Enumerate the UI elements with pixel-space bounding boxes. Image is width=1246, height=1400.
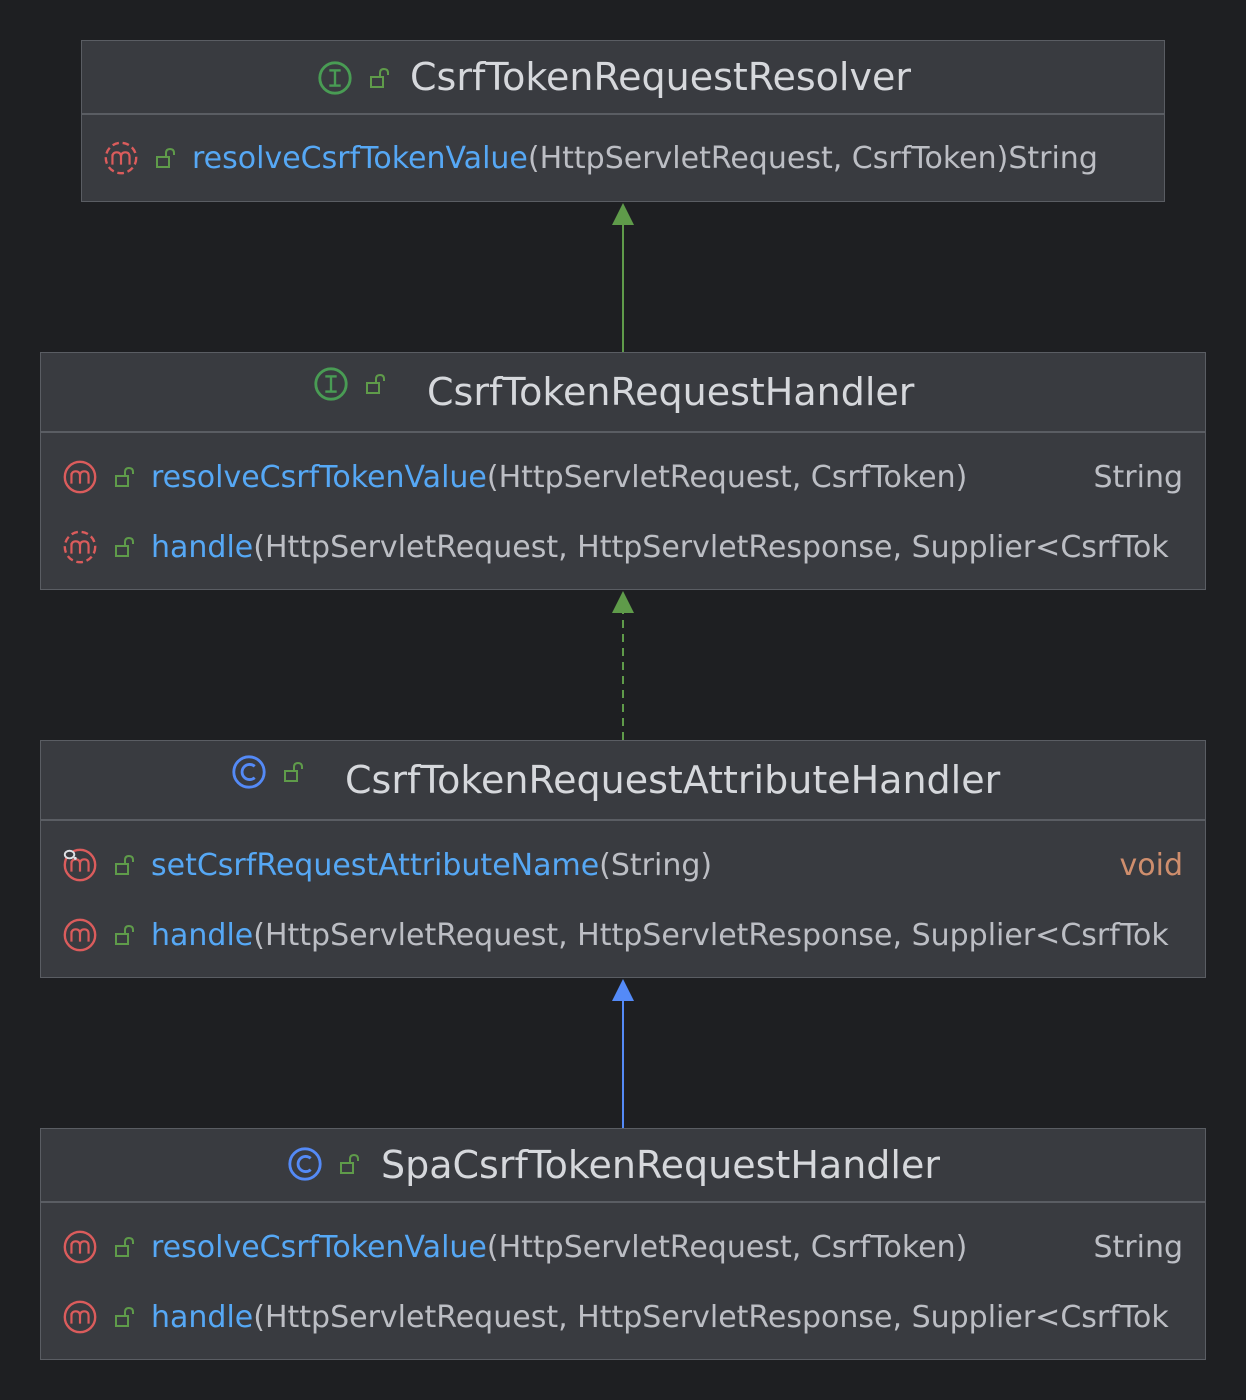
node-title: SpaCsrfTokenRequestHandler [381, 1143, 940, 1187]
method-name: resolveCsrfTokenValue [192, 140, 528, 176]
method-params: (HttpServletRequest, CsrfToken) [486, 1229, 968, 1265]
interface-icon [316, 59, 354, 97]
method-params: (HttpServletRequest, HttpServletResponse… [253, 917, 1169, 953]
edge-arrowhead [612, 979, 634, 1001]
public-lock-icon [113, 535, 137, 559]
node-header: CsrfTokenRequestResolver [82, 41, 1164, 115]
method-return-type: String [1093, 1229, 1183, 1265]
abstract-method-icon [61, 528, 99, 566]
method-params: (HttpServletRequest, HttpServletResponse… [253, 1299, 1169, 1335]
method-name: handle [151, 917, 254, 953]
node-header: SpaCsrfTokenRequestHandler [41, 1129, 1205, 1203]
method-return-type: String [1008, 140, 1098, 176]
node-header: CsrfTokenRequestHandler [41, 353, 1205, 433]
edge-arrowhead [612, 591, 634, 613]
method-row[interactable]: resolveCsrfTokenValue (HttpServletRequest… [82, 125, 1164, 191]
node-title: CsrfTokenRequestAttributeHandler [345, 758, 1001, 802]
node-title: CsrfTokenRequestHandler [427, 370, 915, 414]
method-icon [61, 916, 99, 954]
method-row[interactable]: handle (HttpServletRequest, HttpServletRe… [41, 512, 1205, 582]
node-spa-csrf-token-request-handler[interactable]: SpaCsrfTokenRequestHandler resolveCsrfTo… [40, 1128, 1206, 1360]
public-lock-icon [368, 66, 392, 90]
public-lock-icon [113, 1235, 137, 1259]
node-header: CsrfTokenRequestAttributeHandler [41, 741, 1205, 821]
node-csrf-token-request-resolver[interactable]: CsrfTokenRequestResolver resolveCsrfToke… [81, 40, 1165, 202]
method-params: (HttpServletRequest, HttpServletResponse… [253, 529, 1169, 565]
method-params: (String) [599, 847, 713, 883]
method-params: (HttpServletRequest, CsrfToken) [486, 459, 968, 495]
public-lock-icon [113, 923, 137, 947]
method-row[interactable]: handle (HttpServletRequest, HttpServletRe… [41, 1282, 1205, 1352]
method-icon [61, 458, 99, 496]
method-icon [61, 1298, 99, 1336]
setter-method-icon [61, 846, 99, 884]
public-lock-icon [113, 1305, 137, 1329]
public-lock-icon [154, 146, 178, 170]
public-lock-icon [338, 1152, 362, 1176]
method-return-type: void [1119, 847, 1184, 883]
method-return-type: String [1093, 459, 1183, 495]
method-name: resolveCsrfTokenValue [151, 459, 487, 495]
node-csrf-token-request-handler[interactable]: CsrfTokenRequestHandler resolveCsrfToken… [40, 352, 1206, 590]
public-lock-icon [282, 760, 306, 784]
method-row[interactable]: handle (HttpServletRequest, HttpServletRe… [41, 900, 1205, 970]
method-row[interactable]: setCsrfRequestAttributeName (String) void [41, 830, 1205, 900]
class-icon [230, 753, 268, 791]
method-name: handle [151, 529, 254, 565]
node-title: CsrfTokenRequestResolver [410, 55, 911, 99]
public-lock-icon [113, 465, 137, 489]
method-name: resolveCsrfTokenValue [151, 1229, 487, 1265]
method-name: setCsrfRequestAttributeName [151, 847, 600, 883]
method-params: (HttpServletRequest, CsrfToken) [527, 140, 1009, 176]
interface-icon [312, 365, 350, 403]
method-name: handle [151, 1299, 254, 1335]
method-row[interactable]: resolveCsrfTokenValue (HttpServletRequest… [41, 1212, 1205, 1282]
method-icon [61, 1228, 99, 1266]
abstract-method-icon [102, 139, 140, 177]
public-lock-icon [364, 372, 388, 396]
node-csrf-token-request-attribute-handler[interactable]: CsrfTokenRequestAttributeHandler setCsrf… [40, 740, 1206, 978]
method-row[interactable]: resolveCsrfTokenValue (HttpServletRequest… [41, 442, 1205, 512]
public-lock-icon [113, 853, 137, 877]
class-icon [286, 1145, 324, 1183]
edge-arrowhead [612, 203, 634, 225]
